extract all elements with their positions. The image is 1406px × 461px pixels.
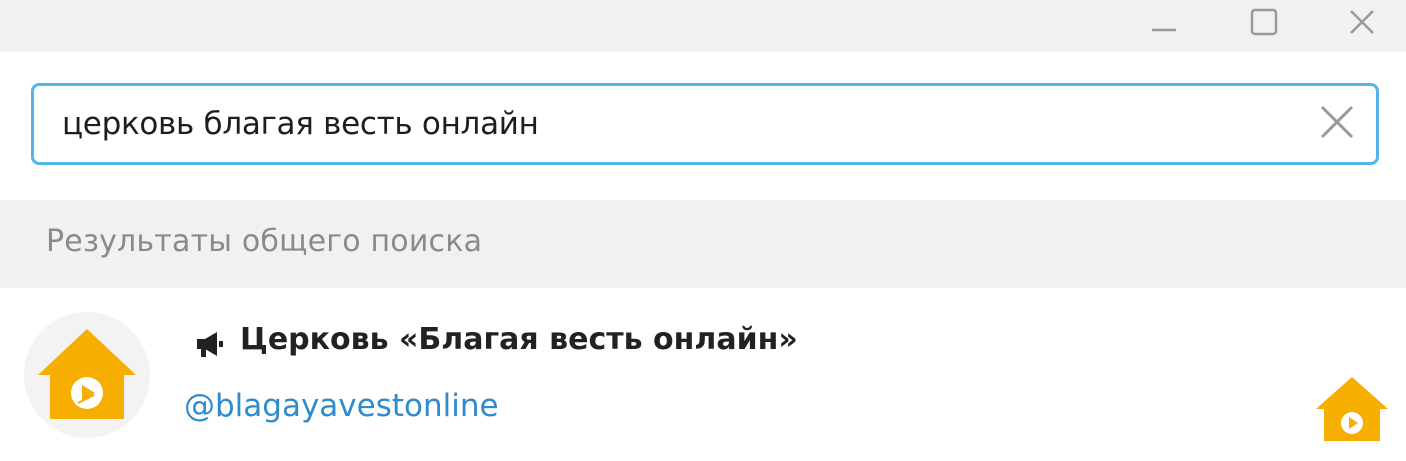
minimize-icon [1150,8,1178,36]
megaphone-icon [193,330,225,358]
section-header: Результаты общего поиска [0,200,1406,288]
minimize-button[interactable] [1136,0,1192,44]
maximize-button[interactable] [1236,0,1292,44]
app-window: Результаты общего поиска Церковь «Благая… [0,0,1406,461]
search-box [31,83,1379,165]
close-icon [1348,8,1376,36]
watermark-logo-icon [1314,375,1390,445]
close-window-button[interactable] [1334,0,1390,44]
title-bar [0,0,1406,52]
section-title: Результаты общего поиска [46,224,483,259]
search-area [0,52,1406,200]
search-input[interactable] [62,86,1262,162]
search-result-row[interactable]: Церковь «Благая весть онлайн» @blagayave… [0,288,1406,461]
result-title: Церковь «Благая весть онлайн» [240,322,798,357]
close-icon [1319,104,1355,144]
avatar [24,312,150,438]
house-play-logo-icon [32,323,142,427]
clear-search-button[interactable] [1318,105,1356,143]
maximize-icon [1250,8,1278,36]
result-username-link[interactable]: @blagayavestonline [184,388,499,424]
